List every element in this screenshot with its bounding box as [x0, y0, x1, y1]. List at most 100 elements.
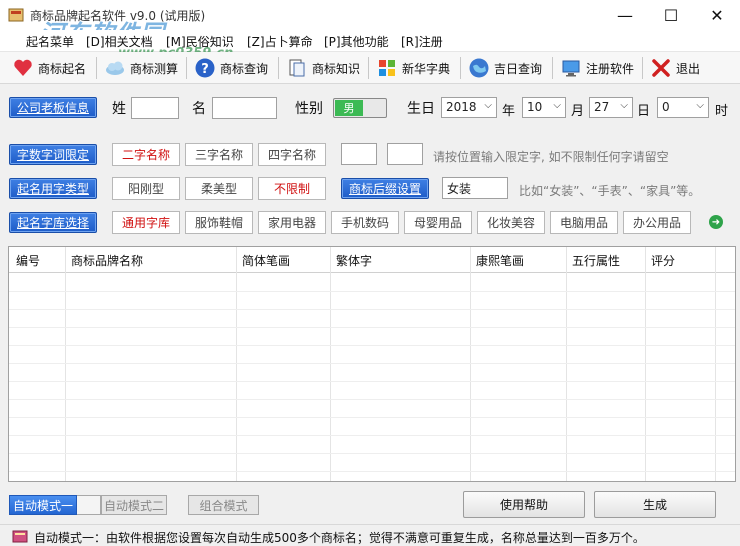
- title-bar: 商标品牌起名软件 v9.0 (试用版) 河东软件园 — ☐ ✕: [0, 0, 740, 48]
- generate-button[interactable]: 生成: [594, 491, 716, 518]
- birth-day-select[interactable]: 27 ⌵: [589, 97, 633, 118]
- globe-icon: [469, 58, 489, 78]
- column-header-simplified-strokes[interactable]: 简体笔画: [242, 252, 290, 269]
- boss-info-button[interactable]: 公司老板信息: [9, 97, 97, 118]
- column-header-traditional[interactable]: 繁体字: [336, 252, 372, 269]
- toolbar-separator: [96, 57, 97, 79]
- minimize-button[interactable]: —: [602, 0, 648, 30]
- library-option-office[interactable]: 办公用品: [623, 211, 691, 234]
- given-name-label: 名: [192, 101, 206, 117]
- column-divider: [470, 247, 471, 481]
- hour-unit-label: 时: [715, 104, 729, 119]
- book-icon: [12, 530, 28, 543]
- gender-toggle[interactable]: 男: [333, 98, 387, 118]
- limit-char-input-2[interactable]: [387, 143, 423, 165]
- gender-label: 性别: [295, 101, 323, 117]
- name-type-button[interactable]: 起名用字类型: [9, 178, 97, 199]
- results-table[interactable]: 编号 商标品牌名称 简体笔画 繁体字 康熙笔画 五行属性 评分: [8, 246, 736, 482]
- word-limit-hint: 请按位置输入限定字, 如不限制任何字请留空: [433, 150, 669, 164]
- column-divider: [330, 247, 331, 481]
- toolbar-separator: [368, 57, 369, 79]
- birth-month-select[interactable]: 10 ⌵: [522, 97, 566, 118]
- menu-item-other[interactable]: [P]其他功能: [324, 33, 389, 50]
- status-message: 自动模式一：由软件根据您设置每次自动生成500多个商标名；觉得不满意可重复生成，…: [34, 531, 645, 545]
- cloud-icon: [106, 61, 124, 75]
- column-divider: [236, 247, 237, 481]
- birth-year-select[interactable]: 2018 ⌵: [441, 97, 497, 118]
- menu-item-register[interactable]: [R]注册: [401, 33, 443, 50]
- library-option-computer[interactable]: 电脑用品: [550, 211, 618, 234]
- birth-hour-value: 0: [662, 100, 670, 114]
- row-divider: [9, 471, 735, 472]
- toolbar-dictionary-button[interactable]: 新华字典: [372, 54, 454, 82]
- toolbar-trademark-knowledge-button[interactable]: 商标知识: [282, 54, 364, 82]
- column-header-score[interactable]: 评分: [651, 252, 675, 269]
- limit-char-input-1[interactable]: [341, 143, 377, 165]
- suffix-input[interactable]: 女装: [442, 177, 508, 199]
- column-header-five-elements[interactable]: 五行属性: [572, 252, 620, 269]
- birthday-label: 生日: [407, 101, 435, 117]
- library-option-cosmetics[interactable]: 化妆美容: [477, 211, 545, 234]
- monitor-icon: [562, 60, 580, 77]
- maximize-button[interactable]: ☐: [648, 0, 694, 30]
- row-divider: [9, 345, 735, 346]
- column-header-kangxi-strokes[interactable]: 康熙笔画: [476, 252, 524, 269]
- document-icon: [289, 59, 305, 77]
- column-header-brand-name[interactable]: 商标品牌名称: [71, 252, 143, 269]
- chevron-down-icon: ⌵: [696, 100, 704, 111]
- menu-item-name[interactable]: 起名菜单: [26, 33, 74, 50]
- surname-input[interactable]: [131, 97, 179, 119]
- row-divider: [9, 363, 735, 364]
- library-option-appliances[interactable]: 家用电器: [258, 211, 326, 234]
- four-char-option[interactable]: 四字名称: [258, 143, 326, 166]
- library-option-baby[interactable]: 母婴用品: [404, 211, 472, 234]
- row-divider: [9, 399, 735, 400]
- heart-icon: [14, 59, 32, 76]
- close-button[interactable]: ✕: [694, 0, 740, 30]
- status-bar: 自动模式一：由软件根据您设置每次自动生成500多个商标名；觉得不满意可重复生成，…: [0, 524, 740, 546]
- row-divider: [9, 327, 735, 328]
- menu-item-divination[interactable]: [Z]占卜算命: [247, 33, 313, 50]
- help-icon: ?: [195, 58, 215, 78]
- word-limit-button[interactable]: 字数字词限定: [9, 144, 97, 165]
- library-option-general[interactable]: 通用字库: [112, 211, 180, 234]
- three-char-option[interactable]: 三字名称: [185, 143, 253, 166]
- toolbar-label: 注册软件: [586, 61, 635, 76]
- toolbar-register-software-button[interactable]: 注册软件: [556, 54, 638, 82]
- two-char-option[interactable]: 二字名称: [112, 143, 180, 166]
- suffix-hint: 比如“女装”、“手表”、“家具”等。: [519, 184, 701, 198]
- no-limit-option[interactable]: 不限制: [258, 177, 326, 200]
- toolbar-separator: [642, 57, 643, 79]
- toolbar-trademark-query-button[interactable]: ? 商标查询: [190, 54, 272, 82]
- menu-bar: 起名菜单 [D]相关文档 [M]民俗知识 [Z]占卜算命 [P]其他功能 [R]…: [0, 30, 740, 52]
- row-divider: [9, 417, 735, 418]
- table-header: 编号 商标品牌名称 简体笔画 繁体字 康熙笔画 五行属性 评分: [9, 247, 735, 273]
- toolbar-trademark-naming-button[interactable]: 商标起名: [8, 54, 90, 82]
- toolbar-label: 商标起名: [38, 61, 87, 76]
- birth-year-value: 2018: [446, 100, 477, 114]
- masculine-option[interactable]: 阳刚型: [112, 177, 180, 200]
- combo-mode-button[interactable]: 组合模式: [188, 495, 259, 515]
- suffix-settings-button[interactable]: 商标后缀设置: [341, 178, 429, 199]
- library-option-mobile[interactable]: 手机数码: [331, 211, 399, 234]
- birth-hour-select[interactable]: 0 ⌵: [657, 97, 709, 118]
- row-divider: [9, 309, 735, 310]
- help-button[interactable]: 使用帮助: [463, 491, 585, 518]
- auto-mode-two-button[interactable]: 自动模式二: [101, 495, 167, 515]
- toolbar-exit-button[interactable]: 退出: [646, 54, 704, 82]
- auto-mode-one-button[interactable]: 自动模式一: [9, 495, 77, 515]
- mode-toggle-spacer: [77, 495, 101, 515]
- given-name-input[interactable]: [212, 97, 277, 119]
- toolbar-auspicious-day-button[interactable]: 吉日查询: [464, 54, 546, 82]
- library-option-apparel[interactable]: 服饰鞋帽: [185, 211, 253, 234]
- library-select-button[interactable]: 起名字库选择: [9, 212, 97, 233]
- row-divider: [9, 291, 735, 292]
- app-book-icon: [8, 8, 24, 22]
- windows-icon: [379, 60, 395, 76]
- column-divider: [566, 247, 567, 481]
- toolbar-trademark-test-button[interactable]: 商标测算: [100, 54, 182, 82]
- column-header-id[interactable]: 编号: [16, 252, 40, 269]
- next-arrow-icon[interactable]: ➜: [709, 215, 723, 229]
- feminine-option[interactable]: 柔美型: [185, 177, 253, 200]
- toolbar-separator: [278, 57, 279, 79]
